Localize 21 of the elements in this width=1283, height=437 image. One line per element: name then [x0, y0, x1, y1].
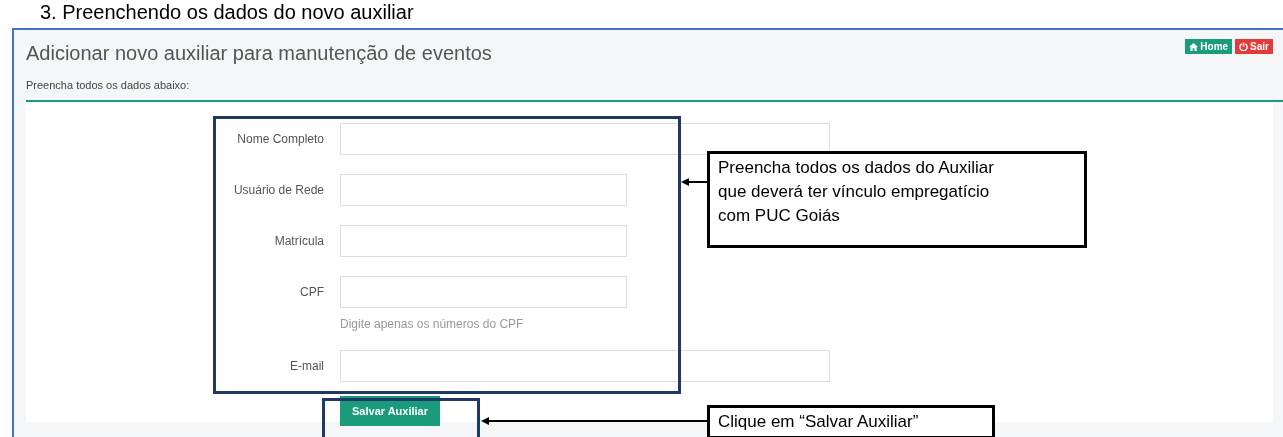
- document-heading: 3. Preenchendo os dados do novo auxiliar: [39, 0, 415, 25]
- field-label: Matrícula: [273, 233, 324, 250]
- power-icon: [1239, 42, 1249, 51]
- help-text: Digite apenas os números do CPF: [340, 317, 525, 331]
- callout-text: Clique em “Salvar Auxiliar”: [707, 405, 995, 437]
- page-subtitle: Preencha todos os dados abaixo:: [26, 79, 191, 91]
- field-label: Nome Completo: [236, 131, 324, 148]
- arrow: [681, 177, 709, 187]
- field-label: CPF: [299, 284, 324, 301]
- input-field[interactable]: [340, 174, 627, 206]
- input-field[interactable]: [340, 350, 830, 382]
- input-field[interactable]: [340, 276, 627, 308]
- callout-text: Preencha todos os dados do Auxiliar que deverá ter vínculo empregatício com PUC Goiás: [707, 151, 1087, 248]
- home-icon: [1189, 42, 1199, 51]
- input-field[interactable]: [340, 123, 830, 155]
- page-title: Adicionar novo auxiliar para manutenção de eventos: [26, 42, 492, 65]
- home-button[interactable]: Home: [1185, 39, 1233, 54]
- logout-button[interactable]: Sair: [1235, 39, 1273, 54]
- input-field[interactable]: [340, 225, 627, 257]
- field-label: Usuário de Rede: [232, 182, 324, 199]
- field-label: E-mail: [289, 358, 324, 375]
